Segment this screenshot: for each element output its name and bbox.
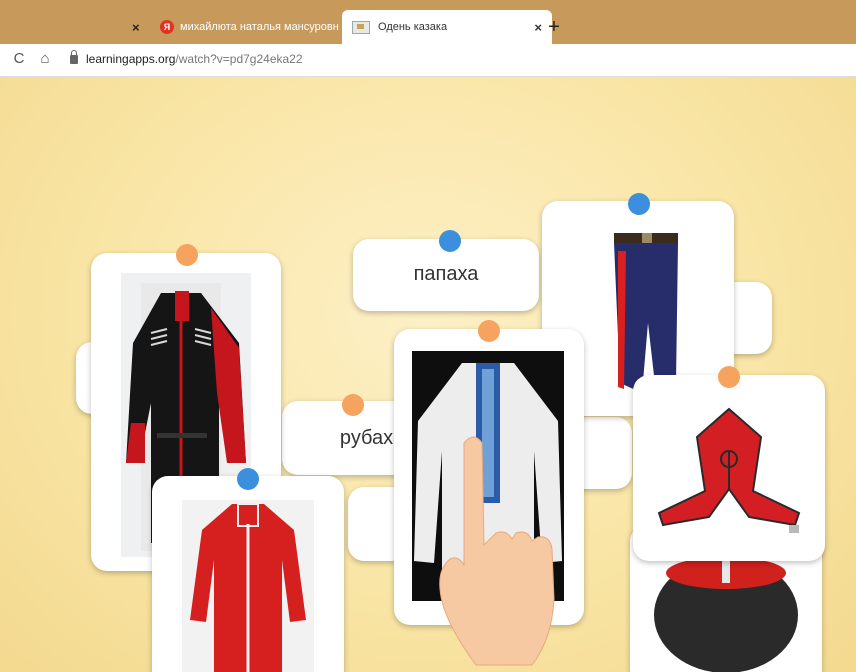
blue-pin-icon (628, 193, 650, 215)
tab-previous[interactable]: × (122, 10, 140, 44)
url-path: /watch?v=pd7g24eka22 (175, 52, 303, 66)
text-card-rubakha[interactable]: рубаха (282, 394, 410, 475)
yandex-icon: Я (160, 20, 174, 34)
lock-icon[interactable] (70, 50, 78, 64)
orange-pin-icon (176, 244, 198, 266)
new-tab-button[interactable]: + (540, 12, 568, 42)
bashlyk-hood-image (649, 401, 809, 551)
sharovary-image (606, 223, 686, 397)
learningapps-favicon-icon (352, 20, 370, 34)
address-bar: C ⌂ learningapps.org/watch?v=pd7g24eka22 (0, 44, 856, 77)
blue-pin-icon (439, 230, 461, 252)
orange-pin-icon (718, 366, 740, 388)
image-card-beshmet[interactable] (152, 468, 344, 672)
orange-pin-icon (478, 320, 500, 342)
tab-title: михайлюта наталья мансуровн (180, 21, 339, 33)
tab-close-icon[interactable]: × (132, 20, 140, 35)
orange-pin-icon (342, 394, 364, 416)
image-card-bashlyk[interactable] (633, 366, 825, 561)
beshmet-image (182, 500, 314, 672)
reload-icon[interactable]: C (10, 50, 28, 67)
url-field[interactable]: learningapps.org/watch?v=pd7g24eka22 (86, 52, 303, 66)
tab-yandex[interactable]: Я михайлюта наталья мансуровн × (160, 10, 356, 44)
home-icon[interactable]: ⌂ (36, 50, 54, 67)
text-card-papakha[interactable]: папаха (353, 230, 539, 311)
browser-tab-bar: × Я михайлюта наталья мансуровн × Одень … (0, 0, 856, 44)
app-stage: папаха рубаха (0, 77, 856, 672)
hand-pointer-icon (436, 429, 566, 669)
tab-active-odin-kazaka[interactable]: Одень казака × (342, 10, 552, 44)
url-domain: learningapps.org (86, 52, 176, 66)
papakha-hat-image (652, 555, 800, 672)
tab-title: Одень казака (378, 21, 448, 33)
card-label: папаха (413, 263, 479, 285)
blue-pin-icon (237, 468, 259, 490)
